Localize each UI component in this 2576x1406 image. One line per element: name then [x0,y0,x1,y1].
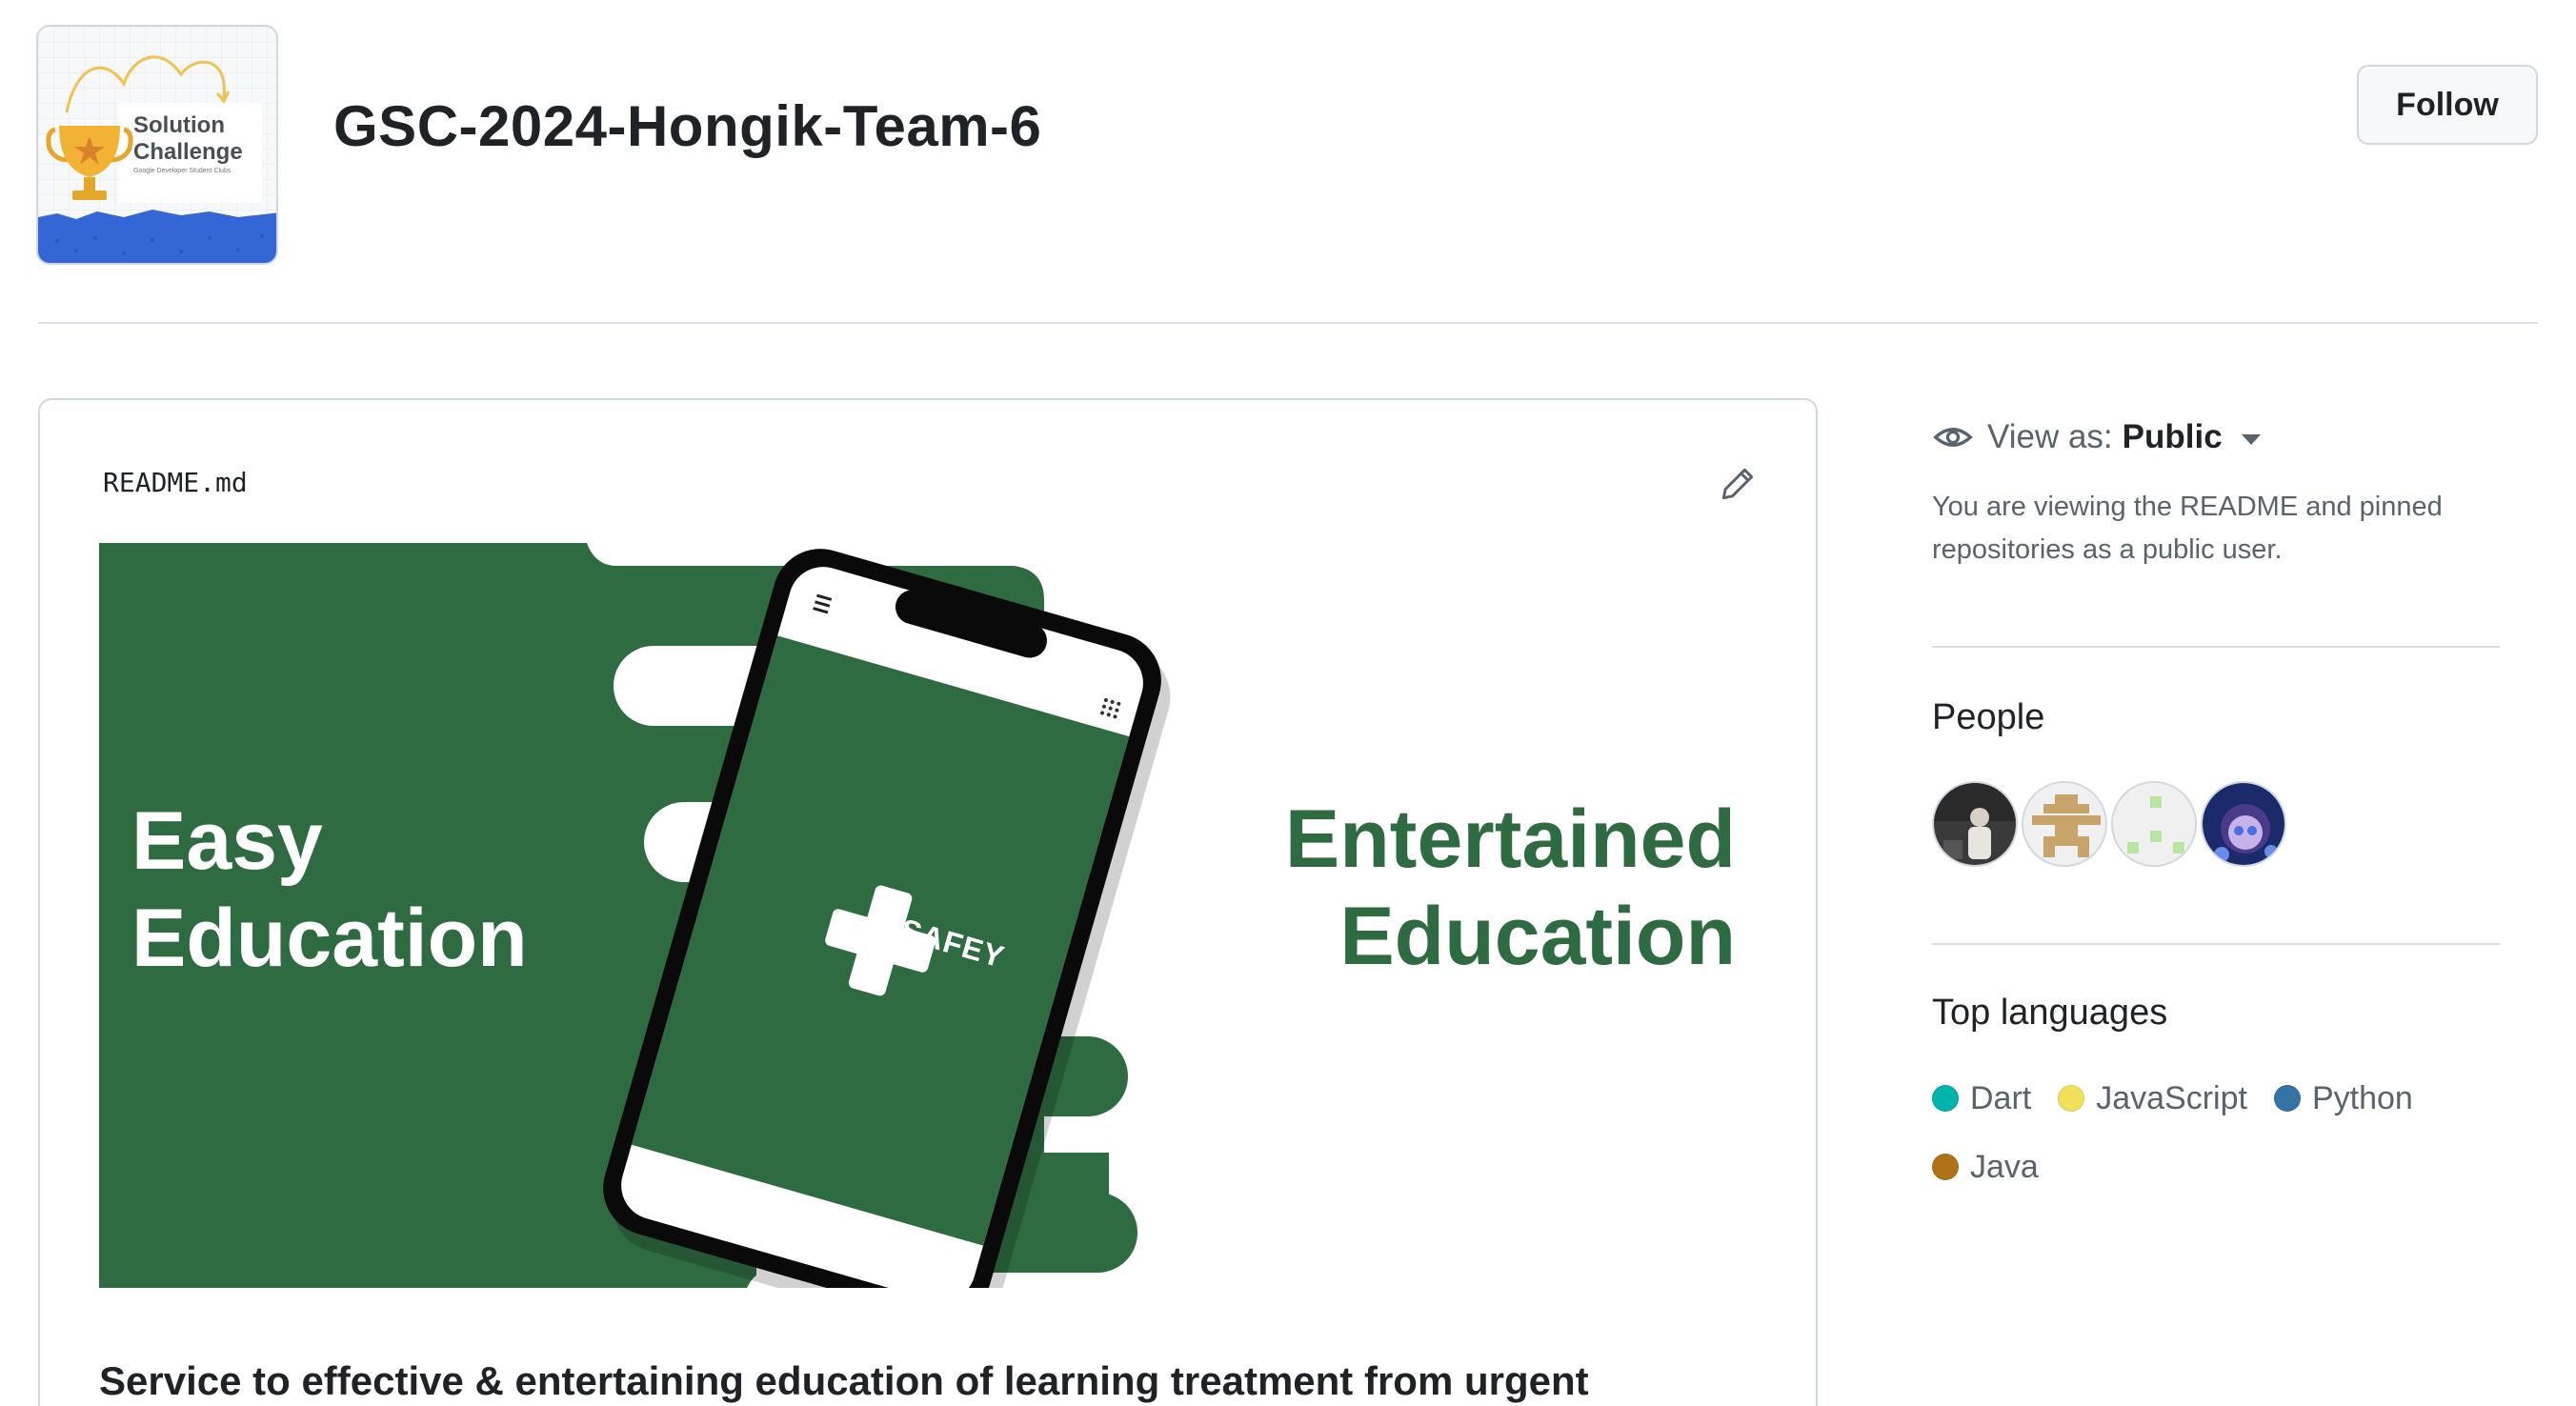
banner-right-line1: Entertained [1284,793,1736,885]
people-heading: People [1932,697,2045,737]
language-name: Dart [1970,1079,2032,1116]
language-color-dot [2273,1085,2301,1112]
language-name: Java [1970,1148,2039,1185]
readme-card: README.md Easy Education SAFEY Entertain… [38,398,1818,1406]
person-avatar[interactable] [2022,781,2107,867]
language-item[interactable]: JavaScript [2058,1078,2247,1118]
avatar-text-line2: Challenge [133,139,243,165]
view-as-label: View as: [1987,418,2113,455]
banner-right-line2: Education [1339,891,1736,982]
avatar-subtext: Google Developer Student Clubs [133,168,231,174]
readme-description: Service to effective & entertaining educ… [99,1358,1589,1403]
header-divider [38,322,2538,324]
language-item[interactable]: Java [1932,1147,2039,1187]
language-item[interactable]: Dart [1932,1078,2031,1118]
follow-button[interactable]: Follow [2357,65,2538,145]
language-color-dot [2058,1085,2085,1112]
view-as-description: You are viewing the README and pinned re… [1932,492,2443,565]
person-avatar[interactable] [2111,781,2197,867]
org-header: Solution Challenge Google Developer Stud… [0,0,2576,324]
avatar-text-line1: Solution [133,112,225,138]
top-languages-heading: Top languages [1932,993,2168,1033]
sidebar-divider [1932,646,2500,648]
banner-left-line1: Easy [131,795,323,887]
language-color-dot [1932,1085,1959,1112]
sidebar-divider [1932,943,2500,945]
view-as-dropdown[interactable]: View as: Public [1932,413,2261,461]
banner-left-line2: Education [131,893,528,984]
org-title: GSC-2024-Hongik-Team-6 [333,94,1042,158]
languages-list: Dart JavaScript Python Java [1932,1078,2500,1187]
readme-banner: Easy Education SAFEY [99,543,1176,1288]
person-avatar[interactable] [2201,781,2286,867]
people-list [1932,781,2286,867]
pencil-icon[interactable] [1717,463,1759,505]
language-item[interactable]: Python [2273,1078,2413,1118]
language-name: Python [2311,1079,2413,1116]
language-name: JavaScript [2096,1079,2247,1116]
org-avatar: Solution Challenge Google Developer Stud… [36,25,278,265]
banner-left-text: Easy Education [131,793,528,987]
caret-down-icon [2241,433,2261,445]
language-color-dot [1932,1154,1959,1180]
person-avatar[interactable] [1932,781,2018,867]
view-as-value: Public [2122,418,2223,455]
readme-filename[interactable]: README.md [103,467,248,498]
eye-icon [1933,428,1973,447]
banner-right-text-block: Entertained Education [1164,791,1736,985]
